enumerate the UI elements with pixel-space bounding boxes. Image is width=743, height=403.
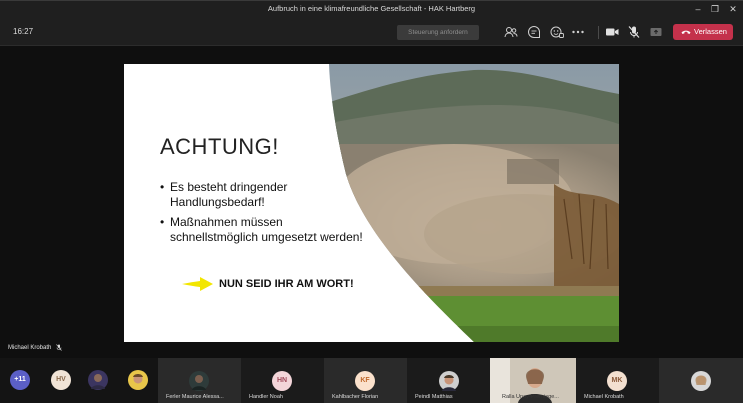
mic-muted-icon (56, 344, 62, 351)
participants-icon[interactable] (503, 24, 519, 40)
participant-avatar: MK (607, 371, 627, 391)
presentation-slide: ACHTUNG! Es besteht dringender Handlungs… (124, 64, 619, 342)
participant-tile[interactable] (659, 358, 743, 403)
meeting-toolbar: 16:27 Steuerung anfordern Verlassen (0, 18, 743, 46)
participant-name: Ferler Maurice Alessa... (166, 394, 224, 400)
toolbar-divider (598, 26, 599, 39)
presenter-label: Michael Krobath (8, 344, 62, 351)
bullet-item: Es besteht dringender Handlungsbedarf! (160, 180, 370, 209)
participant-photo-avatar[interactable] (88, 370, 108, 390)
leave-label: Verlassen (694, 27, 727, 36)
participant-photo-avatar (189, 371, 209, 391)
participant-photo-avatar (691, 371, 711, 391)
meeting-timer: 16:27 (13, 27, 34, 36)
participant-tile[interactable]: KF Kahlbacher Florian (324, 358, 407, 403)
window-title: Aufbruch in eine klimafreundliche Gesell… (267, 4, 476, 13)
title-bar: Aufbruch in eine klimafreundliche Gesell… (0, 0, 743, 18)
share-content-icon[interactable] (648, 24, 664, 40)
slide-bullet-list: Es besteht dringender Handlungsbedarf! M… (160, 180, 370, 250)
more-participants-button[interactable]: +11 (10, 370, 30, 390)
participant-name: Kahlbacher Florian (332, 394, 379, 400)
participant-tile[interactable]: HN Handler Noah (241, 358, 324, 403)
presenter-name: Michael Krobath (8, 345, 52, 352)
more-options-icon[interactable] (570, 24, 586, 40)
callout-text: NUN SEID IHR AM WORT! (219, 278, 354, 290)
phone-hangup-icon (681, 30, 691, 34)
arrow-right-icon (182, 277, 213, 291)
participant-avatar: KF (355, 371, 375, 391)
microphone-muted-icon[interactable] (626, 24, 642, 40)
shared-content-stage: ACHTUNG! Es besteht dringender Handlungs… (0, 46, 743, 358)
participant-photo-avatar[interactable] (128, 370, 148, 390)
participant-avatar[interactable]: HV (51, 370, 71, 390)
participant-tile[interactable]: Ferler Maurice Alessa... (158, 358, 241, 403)
participant-photo-avatar (439, 371, 459, 391)
participant-name: Peindl Matthias (415, 394, 453, 400)
participant-avatar: HN (272, 371, 292, 391)
participant-tile[interactable]: Peindl Matthias (407, 358, 490, 403)
maximize-icon[interactable]: ❐ (705, 3, 725, 16)
take-control-button[interactable]: Steuerung anfordern (397, 25, 479, 40)
camera-icon[interactable] (604, 24, 620, 40)
participant-name: Michael Krobath (584, 394, 624, 400)
participant-video-tile[interactable]: Ralla Unay-Premiege... (490, 358, 576, 403)
reactions-icon[interactable] (549, 24, 565, 40)
bullet-item: Maßnahmen müssen schnellstmöglich umgese… (160, 215, 370, 244)
chat-icon[interactable] (526, 24, 542, 40)
slide-title: ACHTUNG! (160, 134, 279, 159)
leave-button[interactable]: Verlassen (673, 24, 733, 40)
close-icon[interactable]: ✕ (723, 3, 743, 16)
participant-gallery: +11 HV Ferler Maurice Alessa... HN Handl… (0, 358, 743, 403)
participant-tile[interactable]: MK Michael Krobath (576, 358, 659, 403)
participant-name: Ralla Unay-Premiege... (502, 394, 559, 400)
participant-name: Handler Noah (249, 394, 283, 400)
